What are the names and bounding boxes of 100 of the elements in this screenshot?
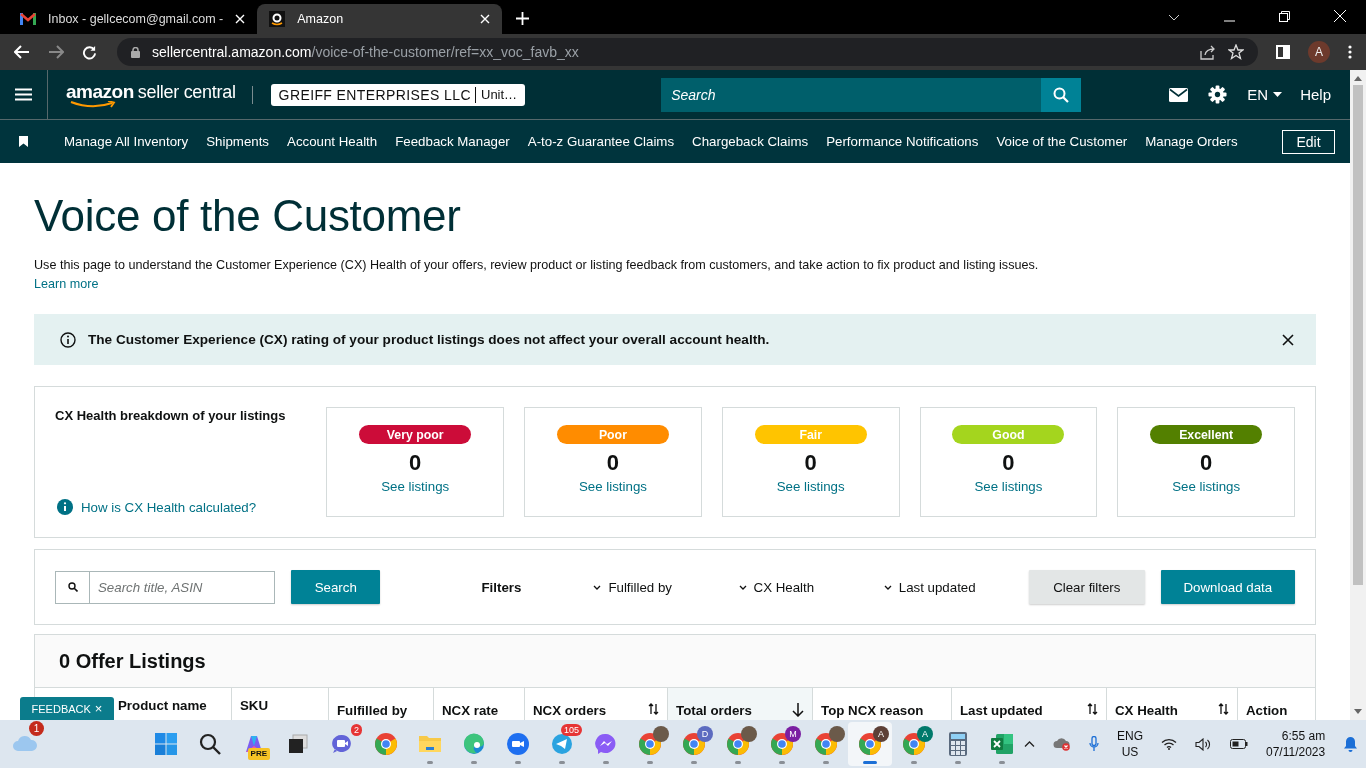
taskbar-app[interactable]: M <box>760 722 804 766</box>
scroll-down-icon[interactable] <box>1354 709 1362 714</box>
sort-icon <box>648 703 659 715</box>
profile-avatar: D <box>697 726 713 742</box>
chrome-icon <box>374 732 398 756</box>
lock-icon <box>131 46 140 58</box>
feedback-tab[interactable]: FEEDBACK × <box>20 697 114 720</box>
nav-link[interactable]: Account Health <box>287 134 378 149</box>
app-badge: 2 <box>351 724 362 736</box>
address-bar[interactable]: sellercentral.amazon.com/voice-of-the-customer/ref=xx_voc_favb_xx <box>117 38 1258 66</box>
listings-title: 0 Offer Listings <box>59 649 206 673</box>
see-listings-link[interactable]: See listings <box>776 479 845 494</box>
card-title: CX Health breakdown of your listings <box>55 408 287 423</box>
menu-icon[interactable] <box>15 88 32 101</box>
bell-icon[interactable] <box>1343 736 1359 752</box>
search-box[interactable]: Search title, ASIN <box>55 570 275 604</box>
nav-link[interactable]: Chargeback Claims <box>692 134 809 149</box>
listing-count: 0 <box>1200 450 1213 476</box>
nav-link[interactable]: Feedback Manager <box>395 134 510 149</box>
battery-icon[interactable] <box>1230 739 1248 749</box>
nav-link[interactable]: Voice of the Customer <box>996 134 1128 149</box>
chevron-down-icon[interactable] <box>1168 14 1180 22</box>
download-button[interactable]: Download data <box>1160 570 1295 604</box>
star-icon[interactable] <box>1228 44 1244 60</box>
chevron-up-icon[interactable] <box>1024 741 1035 747</box>
clock[interactable]: 6:55 am 07/11/2023 <box>1266 728 1326 760</box>
tab-title: Amazon <box>297 12 345 26</box>
more-icon[interactable] <box>1348 45 1352 59</box>
edit-button[interactable]: Edit <box>1282 129 1335 154</box>
wifi-icon[interactable] <box>1161 738 1177 750</box>
taskbar-app[interactable]: D <box>672 722 716 766</box>
caret-icon <box>1273 92 1283 97</box>
taskbar-app[interactable]: PRE <box>232 722 276 766</box>
mail-icon[interactable] <box>1169 87 1189 102</box>
learn-more-link[interactable]: Learn more <box>34 276 99 293</box>
filters-label: Filters <box>481 579 522 595</box>
close-icon[interactable] <box>1282 333 1294 346</box>
info-icon <box>57 499 73 515</box>
see-listings-link[interactable]: See listings <box>1172 479 1241 494</box>
amazon-favicon-icon <box>269 11 286 27</box>
input-language[interactable]: ENG US <box>1117 728 1143 760</box>
rating-badge: Very poor <box>359 425 472 444</box>
sort-icon <box>1218 703 1229 715</box>
filter-dropdown[interactable]: Fulfilled by <box>593 579 739 595</box>
nav-link[interactable]: Shipments <box>206 134 269 149</box>
notification-badge: 1 <box>29 721 44 736</box>
search-button[interactable]: Search <box>291 570 381 604</box>
microphone-icon[interactable] <box>1089 736 1099 752</box>
rating-badge: Good <box>952 425 1065 444</box>
cloud-error-icon[interactable] <box>1053 737 1071 751</box>
restore-icon[interactable] <box>1279 11 1290 22</box>
side-panel-icon[interactable] <box>1276 45 1290 59</box>
help-link[interactable]: Help <box>1300 86 1331 103</box>
column-header[interactable]: Total orders <box>668 688 813 720</box>
chevron-down-icon <box>593 584 602 590</box>
see-listings-link[interactable]: See listings <box>578 479 647 494</box>
taskbar-app[interactable]: A <box>848 722 892 766</box>
search-field[interactable]: Search <box>661 77 1042 112</box>
browser-tab[interactable]: Amazon <box>257 4 503 34</box>
bookmark-icon[interactable] <box>19 136 28 147</box>
profile-avatar: A <box>873 726 889 742</box>
taskbar-app[interactable]: 2 <box>320 722 364 766</box>
filter-dropdown[interactable]: CX Health <box>738 579 884 595</box>
nav-link[interactable]: Manage All Inventory <box>64 134 189 149</box>
store-selector[interactable]: GREIFF ENTERPRISES LLC Unit… <box>270 83 526 106</box>
seller-central-logo[interactable]: amazon seller central <box>66 80 236 109</box>
new-tab-icon[interactable] <box>516 12 530 25</box>
rating-badge: Fair <box>754 425 867 444</box>
tab-title: Inbox - gellcecom@gmail.com - <box>48 12 224 26</box>
profile-avatar[interactable]: A <box>1308 41 1330 63</box>
listing-count: 0 <box>606 450 620 476</box>
see-listings-link[interactable]: See listings <box>381 479 450 494</box>
browser-tab[interactable]: Inbox - gellcecom@gmail.com - <box>8 4 258 34</box>
scroll-up-icon[interactable] <box>1354 76 1362 81</box>
nav-link[interactable]: Performance Notifications <box>826 134 979 149</box>
settings-icon[interactable] <box>1208 85 1228 104</box>
paper-plane-icon <box>551 733 573 755</box>
nav-link[interactable]: A-to-z Guarantee Claims <box>527 134 675 149</box>
scrollbar-thumb[interactable] <box>1353 85 1363 585</box>
video-chat-icon <box>331 734 353 754</box>
nav-link[interactable]: Manage Orders <box>1145 134 1238 149</box>
search-button[interactable] <box>1041 77 1082 112</box>
forward-icon[interactable] <box>48 45 64 59</box>
column-header[interactable]: Action <box>1238 688 1314 720</box>
clear-filters-button[interactable]: Clear filters <box>1028 570 1145 604</box>
taskbar-app[interactable]: 105 <box>540 722 584 766</box>
share-icon[interactable] <box>1200 44 1216 60</box>
listing-count: 0 <box>409 450 422 476</box>
volume-icon[interactable] <box>1195 737 1212 751</box>
filter-dropdown[interactable]: Last updated <box>883 579 1029 595</box>
back-icon[interactable] <box>14 45 30 59</box>
chrome-icon <box>682 732 706 756</box>
taskbar-app[interactable]: A <box>892 722 936 766</box>
reload-icon[interactable] <box>82 44 97 60</box>
sort-down-icon <box>792 703 804 717</box>
listing-count: 0 <box>1002 450 1015 476</box>
help-link[interactable]: How is CX Health calculated? <box>81 499 257 515</box>
page-description: Use this page to understand the Customer Experience (CX) Health of your offers, review product or listing feedback from customers, and take action to fix product and listing issues. <box>34 257 1040 274</box>
see-listings-link[interactable]: See listings <box>974 479 1043 494</box>
language-selector[interactable]: EN <box>1247 86 1283 103</box>
